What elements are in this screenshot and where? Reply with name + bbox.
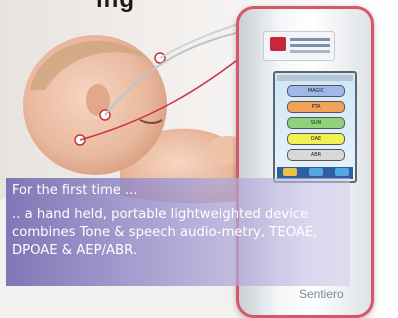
- screen-status-bar: [277, 75, 353, 81]
- menu-button-magic: MAGIC: [287, 85, 345, 97]
- caption-body: .. a hand held, portable lightweighted d…: [12, 207, 318, 258]
- page-heading: ing: [96, 0, 135, 14]
- brand-mark-icon: [270, 37, 286, 51]
- menu-button-abr: ABR: [287, 149, 345, 161]
- softkey-home-icon: [283, 168, 297, 176]
- softkey-down-icon: [309, 168, 323, 176]
- device-screen: MAGIC PTA SUN OAE ABR: [273, 71, 357, 183]
- menu-button-sun: SUN: [287, 117, 345, 129]
- caption-headline: For the first time ...: [12, 183, 138, 198]
- device-logo: [263, 31, 335, 61]
- device-brand-label: Sentiero: [299, 287, 344, 301]
- menu-button-oae: OAE: [287, 133, 345, 145]
- caption-panel: For the first time ... .. a hand held, p…: [6, 178, 350, 286]
- softkey-info-icon: [335, 168, 349, 176]
- brand-text-lines: [290, 38, 330, 41]
- menu-button-pta: PTA: [287, 101, 345, 113]
- promo-banner: ing MAGIC PTA SUN OAE ABR Sentiero For t…: [0, 0, 398, 318]
